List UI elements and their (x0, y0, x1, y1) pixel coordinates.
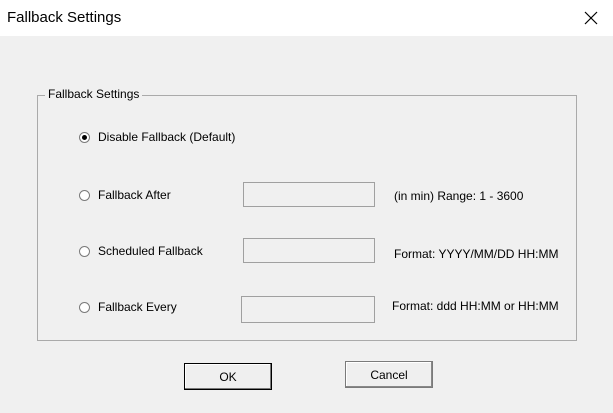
radio-fallback-every[interactable] (79, 302, 90, 313)
ok-button-label: OK (219, 369, 237, 384)
fallback-every-input[interactable] (241, 296, 375, 323)
label-fallback-after[interactable]: Fallback After (98, 188, 171, 202)
group-legend: Fallback Settings (45, 87, 143, 101)
close-button[interactable] (578, 6, 604, 30)
scheduled-fallback-hint: Format: YYYY/MM/DD HH:MM (394, 247, 559, 261)
fallback-after-hint: (in min) Range: 1 - 3600 (394, 189, 524, 203)
window-title: Fallback Settings (7, 9, 122, 26)
radio-selected-dot (82, 135, 87, 140)
label-scheduled-fallback[interactable]: Scheduled Fallback (98, 244, 203, 258)
cancel-button-label: Cancel (370, 367, 408, 382)
fallback-after-input[interactable] (243, 182, 375, 207)
label-fallback-every[interactable]: Fallback Every (98, 300, 177, 314)
scheduled-fallback-input[interactable] (243, 238, 375, 263)
ok-button[interactable]: OK (184, 363, 272, 390)
radio-scheduled-fallback[interactable] (79, 246, 90, 257)
cancel-button[interactable]: Cancel (345, 361, 433, 388)
fallback-every-hint: Format: ddd HH:MM or HH:MM (392, 299, 559, 313)
label-disable-fallback[interactable]: Disable Fallback (Default) (98, 130, 235, 144)
title-bar: Fallback Settings (0, 0, 613, 36)
radio-fallback-after[interactable] (79, 190, 90, 201)
close-icon (584, 11, 598, 25)
radio-disable-fallback[interactable] (79, 132, 90, 143)
